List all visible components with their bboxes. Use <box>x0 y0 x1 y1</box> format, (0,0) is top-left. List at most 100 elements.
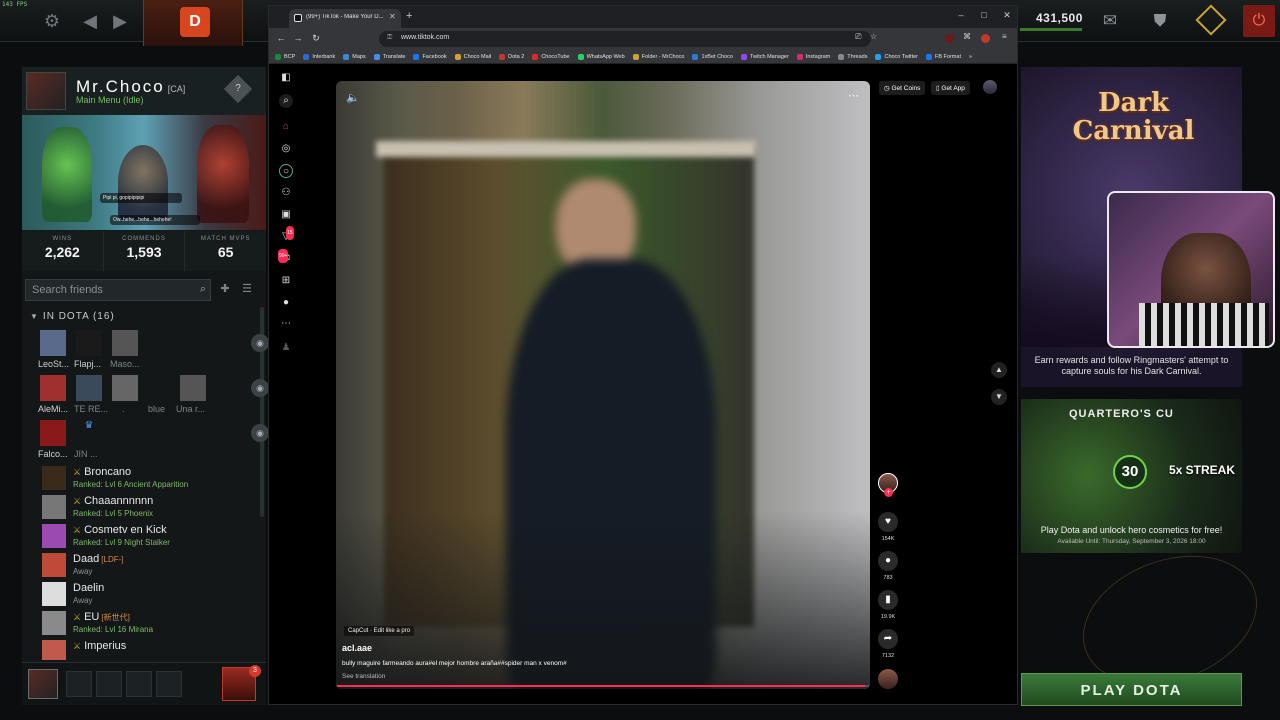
friends-icon[interactable]: ⚇ <box>279 186 293 200</box>
get-coins-button[interactable]: ◷ Get Coins <box>879 81 926 95</box>
profile-avatar-icon[interactable]: ● <box>279 296 293 310</box>
forward-arrow-icon[interactable]: ▶ <box>108 9 132 33</box>
sound-disc[interactable] <box>876 669 900 689</box>
profile-header[interactable]: Mr.Choco [CA] Main Menu (Idle) ? <box>22 67 266 115</box>
extension-icon[interactable] <box>945 34 954 43</box>
search-icon[interactable]: ⌕ <box>200 283 206 296</box>
empty-party-slot[interactable] <box>66 671 92 697</box>
armory-icon[interactable]: ⛊ <box>1147 8 1173 34</box>
address-bar[interactable]: ⚿ www.tiktok.com <box>379 31 871 47</box>
avatar[interactable] <box>40 420 66 446</box>
following-avatar-icon[interactable]: ♟ <box>279 341 293 355</box>
friend-row[interactable]: ⚔ Chaaannnnnn Ranked: Lvl 5 Phoenix <box>42 493 252 521</box>
capcut-tag[interactable]: CapCut · Edit like a pro <box>344 626 415 636</box>
avatar[interactable] <box>42 611 66 635</box>
reload-icon[interactable]: ↻ <box>310 33 322 44</box>
power-icon[interactable]: ⏻ <box>1243 5 1275 37</box>
party-row[interactable]: ♛ Falco... JIN ... ◉ <box>38 420 269 464</box>
bookmark-item[interactable]: Twitch Manager <box>740 53 789 60</box>
live-icon[interactable]: ▣ <box>279 208 293 222</box>
avatar[interactable] <box>42 640 66 660</box>
bookmark-item[interactable]: WhatsApp Web <box>577 53 625 60</box>
play-dota-button[interactable]: PLAY DOTA <box>1021 673 1242 706</box>
bookmark-item[interactable]: 1xBet Choco <box>692 53 733 60</box>
video-player[interactable]: 🔈 ⋯ CapCut · Edit like a pro acl.aae bul… <box>336 81 870 689</box>
next-video-icon[interactable]: ▼ <box>991 389 1007 405</box>
friend-row[interactable]: ⚔ EU [新世代] Ranked: Lvl 16 Mirana <box>42 609 252 637</box>
volume-icon[interactable]: 🔈 <box>346 91 360 104</box>
url-text[interactable]: www.tiktok.com <box>401 34 449 41</box>
spectate-eye-icon[interactable]: ◉ <box>251 334 269 352</box>
upload-icon[interactable]: ⊞ <box>279 274 293 288</box>
dota-plus-icon[interactable] <box>1195 4 1227 36</box>
forward-icon[interactable]: → <box>292 33 304 43</box>
bookmark-item[interactable]: Threads <box>838 53 867 60</box>
empty-party-slot[interactable] <box>126 671 152 697</box>
bookmark-item[interactable]: Translate <box>373 53 405 60</box>
avatar[interactable] <box>76 330 102 356</box>
more-options-icon[interactable]: ⋯ <box>848 89 859 102</box>
sidebar-toggle-icon[interactable]: ◧ <box>279 71 293 85</box>
in-dota-section-header[interactable]: ▼ IN DOTA (16) <box>30 311 115 322</box>
more-icon[interactable]: ⋯ <box>279 317 293 331</box>
settings-gear-icon[interactable]: ⚙ <box>40 9 64 33</box>
close-window-icon[interactable]: ✕ <box>1001 10 1013 21</box>
bookmark-item[interactable]: Folder - MrChoco <box>632 53 684 60</box>
search-icon[interactable]: ⌕ <box>279 94 293 108</box>
get-app-button[interactable]: ▯ Get App <box>931 81 970 95</box>
profile-icon[interactable] <box>981 34 990 43</box>
friends-list-icon[interactable]: ☰ <box>238 282 256 298</box>
spectate-eye-icon[interactable]: ◉ <box>251 424 269 442</box>
home-icon[interactable]: ⌂ <box>279 120 293 134</box>
avatar[interactable] <box>40 330 66 356</box>
empty-party-slot[interactable] <box>156 671 182 697</box>
empty-party-slot[interactable] <box>96 671 122 697</box>
extensions-puzzle-icon[interactable]: ⌘ <box>963 32 971 41</box>
close-tab-icon[interactable]: ✕ <box>389 12 396 21</box>
see-translation-link[interactable]: See translation <box>342 673 385 680</box>
save-button[interactable]: ▮ 19.9K <box>876 590 900 620</box>
party-row[interactable]: AleMi... TE RE... . blue Una r... ◉ <box>38 375 269 419</box>
bookmark-item[interactable]: Dota 2 <box>499 53 524 60</box>
comment-icon[interactable]: ● <box>878 551 898 571</box>
bookmark-item[interactable]: Choco Mail <box>454 53 491 60</box>
bookmark-item[interactable]: Maps <box>343 53 366 60</box>
bookmark-item[interactable]: Choco Twitter <box>875 53 918 60</box>
like-button[interactable]: ♥ 154K <box>876 512 900 542</box>
friend-row[interactable]: Daad [LDF-] Away <box>42 551 252 579</box>
friend-row[interactable]: ⚔ Imperius <box>42 638 252 660</box>
activity-icon[interactable]: ▽15 <box>279 226 294 244</box>
avatar[interactable] <box>112 330 138 356</box>
previous-video-icon[interactable]: ▲ <box>991 362 1007 378</box>
bookmarks-overflow-icon[interactable]: » <box>969 54 972 60</box>
heart-icon[interactable]: ♥ <box>878 512 898 532</box>
creator-avatar[interactable]: + <box>876 473 900 497</box>
share-arrow-icon[interactable]: ➦ <box>878 629 898 649</box>
party-row[interactable]: LeoSt... Flapj... Maso... ◉ <box>38 330 269 374</box>
avatar[interactable] <box>26 72 66 110</box>
bookmark-item[interactable]: FB Format <box>926 53 961 60</box>
search-friends-input[interactable] <box>26 280 186 300</box>
avatar[interactable] <box>42 582 66 606</box>
friend-row[interactable]: ⚔ Cosmetv en Kick Ranked: Lvl 9 Night Sta… <box>42 522 252 550</box>
bookmark-item[interactable]: Facebook <box>413 53 447 60</box>
back-icon[interactable]: ← <box>275 33 287 43</box>
avatar[interactable] <box>42 524 66 548</box>
mail-icon[interactable]: ✉ <box>1097 8 1123 34</box>
avatar[interactable] <box>42 553 66 577</box>
bookmark-item[interactable]: Interbank <box>303 53 335 60</box>
avatar[interactable] <box>42 466 66 490</box>
inbox-icon[interactable]: ✉99+ <box>278 249 293 266</box>
video-author[interactable]: acl.aae <box>342 643 372 653</box>
avatar[interactable] <box>42 495 66 519</box>
rank-medal-icon[interactable]: ? <box>223 74 253 104</box>
hero-showcase[interactable]: Pipi pi, gopipipipipi Ow..hehe...hehe...… <box>22 115 266 230</box>
minimize-icon[interactable]: – <box>955 10 967 20</box>
bookmark-item[interactable]: Instagram <box>796 53 830 60</box>
avatar[interactable] <box>180 375 206 401</box>
friend-row[interactable]: Daelin Away <box>42 580 252 608</box>
bookmark-icon[interactable]: ▮ <box>878 590 898 610</box>
install-app-icon[interactable]: ⎚ <box>855 32 861 42</box>
share-button[interactable]: ➦ 7132 <box>876 629 900 659</box>
comment-button[interactable]: ● 783 <box>876 551 900 581</box>
